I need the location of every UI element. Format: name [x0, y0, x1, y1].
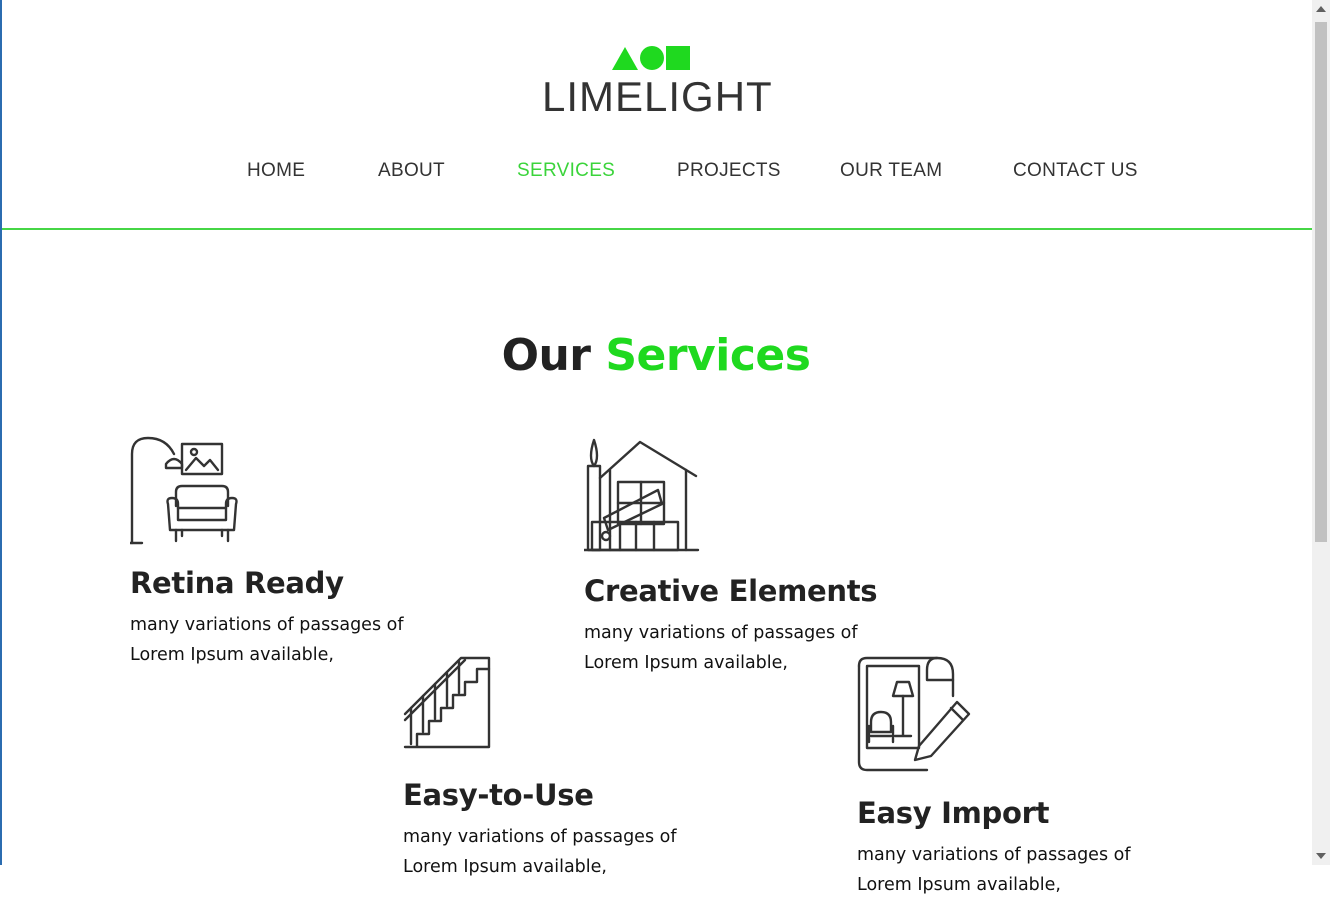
nav-about[interactable]: ABOUT	[378, 160, 445, 182]
heading-services: Services	[605, 330, 811, 381]
scroll-up-arrow-icon[interactable]	[1316, 6, 1326, 12]
service-description: many variations of passages of Lorem Ips…	[857, 845, 1131, 895]
service-card-retina-ready: Retina Ready many variations of passages…	[130, 436, 420, 670]
vertical-scrollbar[interactable]	[1312, 0, 1330, 865]
staircase-icon	[403, 656, 693, 750]
service-card-creative-elements: Creative Elements many variations of pas…	[584, 438, 878, 678]
section-heading: Our Services	[0, 330, 1312, 381]
service-description: many variations of passages of Lorem Ips…	[403, 827, 677, 877]
nav-services[interactable]: SERVICES	[517, 160, 615, 182]
header-divider	[2, 228, 1312, 230]
service-card-easy-import: Easy Import many variations of passages …	[857, 656, 1147, 900]
lamp-armchair-icon	[130, 436, 420, 546]
service-title: Creative Elements	[584, 574, 878, 608]
logo-shapes-icon	[612, 46, 690, 70]
service-title: Easy-to-Use	[403, 778, 594, 812]
brand-logo[interactable]: LIMELIGHT	[542, 42, 772, 122]
nav-contact-us[interactable]: CONTACT US	[1013, 160, 1138, 182]
scrollbar-thumb[interactable]	[1315, 22, 1327, 542]
nav-home[interactable]: HOME	[247, 160, 305, 182]
house-design-icon	[584, 438, 877, 552]
service-card-easy-to-use: Easy-to-Use many variations of passages …	[403, 656, 693, 882]
service-description: many variations of passages of Lorem Ips…	[130, 615, 404, 665]
blueprint-pencil-icon	[857, 656, 1147, 772]
scroll-down-arrow-icon[interactable]	[1316, 853, 1326, 859]
nav-our-team[interactable]: OUR TEAM	[840, 160, 942, 182]
nav-projects[interactable]: PROJECTS	[677, 160, 781, 182]
service-title: Easy Import	[857, 796, 1050, 830]
main-nav: HOME ABOUT SERVICES PROJECTS OUR TEAM CO…	[0, 160, 1312, 190]
heading-our: Our	[501, 330, 591, 381]
brand-name: LIMELIGHT	[542, 73, 773, 120]
service-title: Retina Ready	[130, 566, 344, 600]
